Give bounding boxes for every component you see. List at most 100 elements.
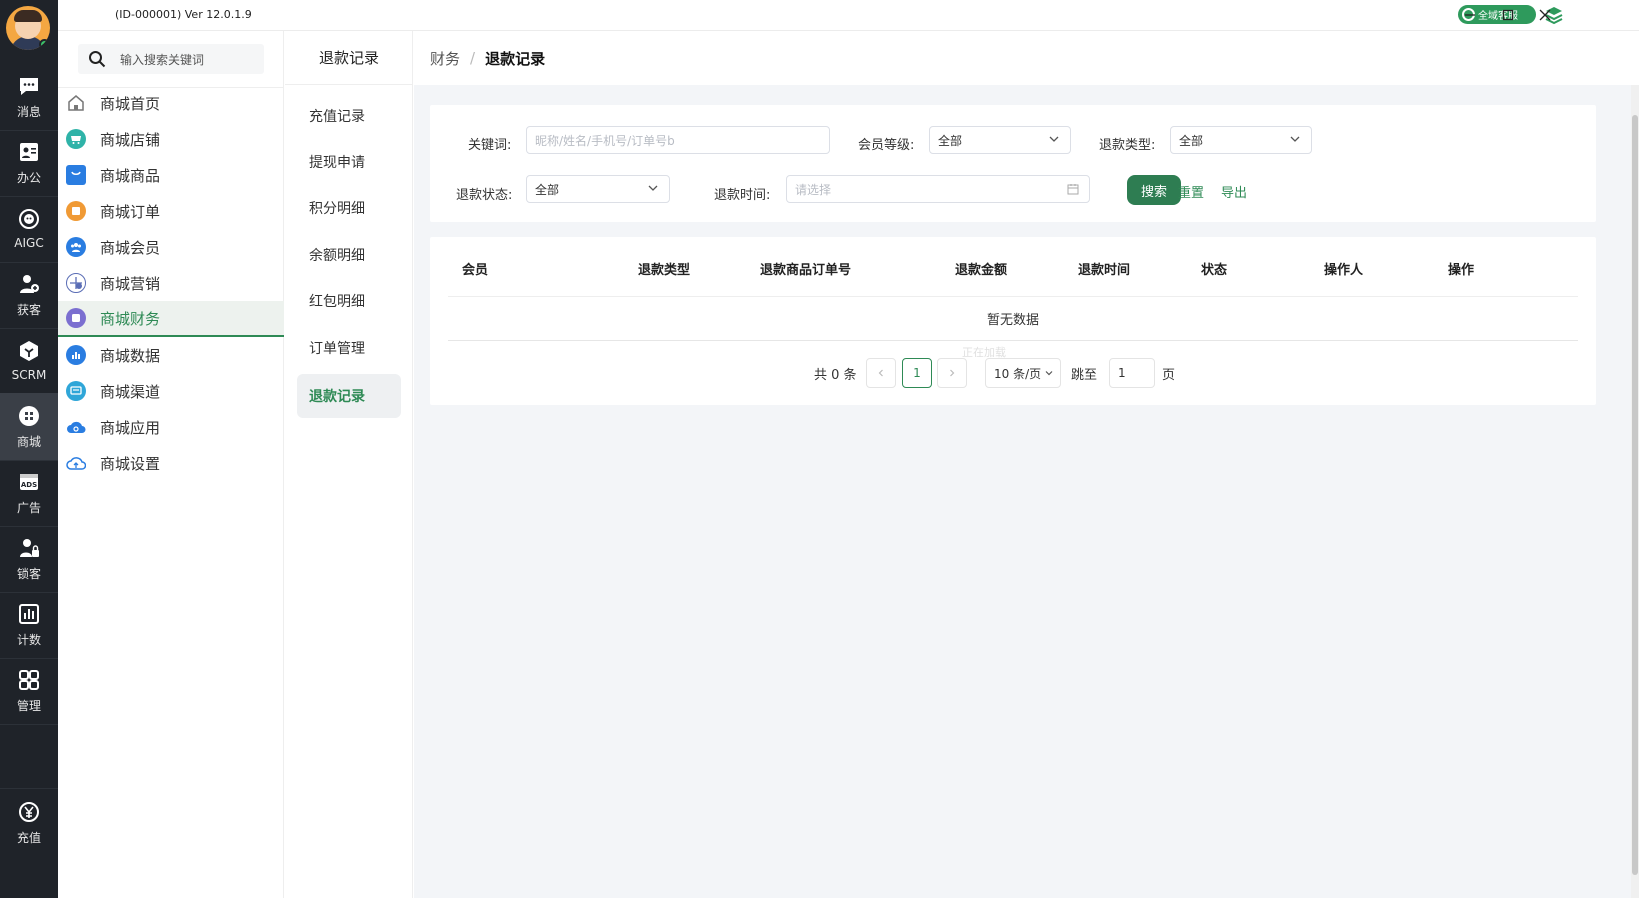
version-text: (ID-000001) Ver 12.0.1.9 [115,8,252,21]
rail-item-aigc[interactable]: AIGC [0,195,58,263]
breadcrumb-separator: / [470,49,476,67]
lock-customer-icon [17,536,41,560]
refund-type-value: 全部 [1179,133,1204,148]
svg-text:ADS: ADS [21,481,37,489]
column-header-operator: 操作人 [1324,263,1364,278]
subnav-item-withdraw-requests[interactable]: 提现申请 [297,140,401,184]
column-header-refund-amount: 退款金额 [955,263,1008,278]
refund-status-select[interactable]: 全部 [526,175,670,203]
refund-type-label: 退款类型: [1099,138,1156,153]
page-size-value: 10 条/页 [994,366,1042,381]
empty-state: 暂无数据 [448,297,1578,341]
subnav-item-points-detail[interactable]: 积分明细 [297,186,401,230]
sidebar-item-label: 商城会员 [100,238,161,257]
subnav-item-refund-records[interactable]: 退款记录 [297,374,401,418]
acquire-icon [17,272,41,296]
column-header-action: 操作 [1448,263,1475,278]
sidebar-item-mall-channel[interactable]: 商城渠道 [58,373,284,409]
subnav-item-recharge-records[interactable]: 充值记录 [297,94,401,138]
mall-sidebar: 输入搜索关键词 商城首页 商城店铺 商城商品 商城订单 商城会员 商城营销 商城… [58,31,284,898]
sidebar-item-mall-apps[interactable]: 商城应用 [58,409,284,445]
rail-item-lock-customer[interactable]: 锁客 [0,525,58,593]
rail-item-label: 办公 [16,170,41,185]
avatar-hair [14,10,42,22]
rail-item-ads[interactable]: ADS 广告 [0,459,58,527]
rail-item-scrm[interactable]: SCRM [0,327,58,395]
maximize-icon[interactable] [1498,5,1518,25]
minimize-icon[interactable] [1460,5,1480,25]
rail-item-office[interactable]: 办公 [0,129,58,197]
store-icon [66,129,86,149]
chevron-down-icon [1290,136,1300,142]
app-window: 消息 办公 AIGC 获客 SCRM 商城 ADS 广告 锁客 计数 管理 充值… [0,0,1639,898]
sidebar-item-mall-marketing[interactable]: 商城营销 [58,265,284,301]
keyword-placeholder: 昵称/姓名/手机号/订单号b [535,133,675,148]
refund-time-placeholder: 请选择 [795,182,832,197]
main-scrollbar[interactable] [1631,85,1639,898]
close-icon[interactable] [1535,5,1555,25]
sidebar-item-label: 商城商品 [100,166,161,185]
sidebar-item-label: 商城应用 [100,418,161,437]
calendar-icon [1067,184,1079,195]
avatar[interactable] [6,6,50,50]
sidebar-item-mall-goods[interactable]: 商城商品 [58,157,284,193]
refund-time-picker[interactable]: 请选择 [786,175,1090,203]
rail-item-label: 充值 [16,830,41,845]
sidebar-search-input[interactable]: 输入搜索关键词 [78,44,264,74]
count-icon [17,602,41,626]
refund-status-value: 全部 [535,182,560,197]
sidebar-item-label: 商城首页 [100,94,161,113]
rail-item-count[interactable]: 计数 [0,591,58,659]
jump-page-input[interactable]: 1 [1109,358,1155,388]
sidebar-item-label: 商城设置 [100,454,161,473]
mall-icon [17,404,41,428]
rail-item-label: 广告 [16,500,41,515]
data-icon [66,345,86,365]
column-header-status: 状态 [1201,263,1228,278]
export-link[interactable]: 导出 [1221,182,1247,201]
rail-item-label: 管理 [16,698,41,713]
sidebar-item-mall-store[interactable]: 商城店铺 [58,121,284,157]
sidebar-item-label: 商城店铺 [100,130,161,149]
rail-item-recharge[interactable]: 充值 [0,788,58,856]
sidebar-item-mall-settings[interactable]: 商城设置 [58,445,284,481]
sidebar-item-mall-members[interactable]: 商城会员 [58,229,284,265]
sidebar-item-mall-home[interactable]: 商城首页 [58,85,284,121]
breadcrumb-current: 退款记录 [485,49,546,68]
rail-item-acquire[interactable]: 获客 [0,261,58,329]
prev-page-button[interactable] [866,358,896,388]
column-header-refund-time: 退款时间 [1078,263,1131,278]
sidebar-item-mall-finance[interactable]: 商城财务 [58,301,284,337]
settings-icon [66,453,86,473]
next-page-button[interactable] [937,358,967,388]
rail-item-label: 消息 [16,104,41,119]
subnav-item-balance-detail[interactable]: 余额明细 [297,233,401,277]
sidebar-item-mall-orders[interactable]: 商城订单 [58,193,284,229]
chevron-down-icon [648,185,658,191]
main-content: 财务 / 退款记录 关键词: 昵称/姓名/手机号/订单号b 会员等级: 全部 退… [414,31,1639,898]
member-level-select[interactable]: 全部 [929,126,1071,154]
subnav-item-red-packet-detail[interactable]: 红包明细 [297,279,401,323]
page-number-button[interactable]: 1 [902,358,932,388]
rail-item-mall[interactable]: 商城 [0,393,58,461]
search-button[interactable]: 搜索 [1127,175,1181,205]
scrollbar-thumb[interactable] [1632,115,1638,875]
sidebar-item-label: 商城营销 [100,274,161,293]
member-level-value: 全部 [938,133,963,148]
breadcrumb-parent[interactable]: 财务 [430,48,460,69]
refund-type-select[interactable]: 全部 [1170,126,1312,154]
apps-icon [66,417,86,437]
sidebar-item-mall-data[interactable]: 商城数据 [58,337,284,373]
keyword-input[interactable]: 昵称/姓名/手机号/订单号b [526,126,830,154]
chevron-left-icon [878,369,883,377]
title-bar: (ID-000001) Ver 12.0.1.9 全域客服 [58,0,1639,31]
recharge-icon [17,800,41,824]
rail-item-manage[interactable]: 管理 [0,657,58,725]
column-header-member: 会员 [462,263,489,278]
rail-item-message[interactable]: 消息 [0,63,58,131]
reset-link[interactable]: 重置 [1178,182,1204,201]
page-size-select[interactable]: 10 条/页 [985,358,1061,388]
orders-icon [66,201,86,221]
subnav-item-order-management[interactable]: 订单管理 [297,326,401,370]
table-header: 会员 退款类型 退款商品订单号 退款金额 退款时间 状态 操作人 操作 [448,237,1578,297]
